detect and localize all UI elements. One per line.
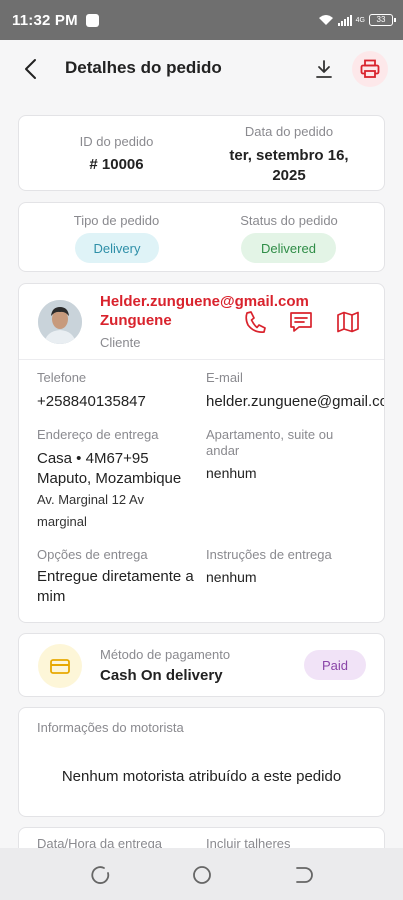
address-line-2: Maputo, Mozambique: [37, 470, 182, 487]
order-date-value: ter, setembro 16, 2025: [229, 147, 349, 184]
customer-divider: [19, 359, 384, 360]
status-time: 11:32 PM: [12, 11, 78, 29]
page-title: Detalhes do pedido: [65, 58, 222, 77]
driver-info-label: Informações do motorista: [37, 720, 184, 735]
email-field: E-mail helder.zunguene@gmail.com: [206, 370, 384, 412]
order-status-badge: Delivered: [241, 233, 336, 263]
map-icon[interactable]: [335, 309, 361, 335]
customer-name: Zunguene: [100, 312, 172, 329]
phone-icon[interactable]: [242, 309, 268, 335]
driver-card: Informações do motorista Nenhum motorist…: [18, 707, 385, 817]
order-type-label: Tipo de pedido: [73, 213, 160, 228]
order-id-label: ID do pedido: [79, 134, 154, 149]
message-icon[interactable]: [288, 309, 314, 335]
recent-apps-icon[interactable]: [90, 864, 112, 886]
back-arrow-icon[interactable]: [18, 56, 44, 82]
download-button[interactable]: [309, 54, 339, 84]
payment-method-value: Cash On delivery: [100, 667, 223, 684]
status-indicators: 4G 33: [318, 14, 396, 26]
email-label: E-mail: [206, 370, 243, 385]
apartment-field: Apartamento, suite ou andar nenhum: [206, 427, 366, 483]
order-summary-card: ID do pedido # 10006 Data do pedido ter,…: [18, 115, 385, 191]
battery-icon: 33: [369, 14, 396, 26]
printer-icon: [360, 59, 380, 78]
apartment-value: nenhum: [206, 465, 257, 481]
delivery-options-label: Opções de entrega: [37, 547, 148, 562]
home-icon[interactable]: [191, 864, 213, 886]
network-type: 4G: [355, 16, 365, 24]
order-type-badge: Delivery: [75, 233, 159, 263]
wifi-icon: [318, 15, 333, 25]
phone-field: Telefone +258840135847: [37, 370, 202, 412]
payment-method-label: Método de pagamento: [100, 647, 231, 662]
address-field: Endereço de entrega Casa • 4M67+95 Maput…: [37, 427, 202, 533]
status-bar: 11:32 PM 4G 33: [0, 0, 403, 40]
customer-email-name: Helder.zunguene@gmail.com: [100, 293, 309, 310]
payment-icon-wrap: [38, 644, 82, 688]
customer-card: Helder.zunguene@gmail.com Zunguene Clien…: [18, 283, 385, 623]
order-status-label: Status do pedido: [240, 213, 338, 228]
credit-card-icon: [50, 659, 70, 674]
order-status-card: Tipo de pedido Status do pedido Delivery…: [18, 202, 385, 272]
app-notification-icon: [85, 13, 99, 27]
back-icon[interactable]: [291, 864, 313, 886]
phone-value: +258840135847: [37, 393, 146, 410]
system-nav-bar: [0, 848, 403, 900]
app-bar: Detalhes do pedido: [0, 40, 403, 96]
apartment-label: Apartamento, suite ou andar: [206, 427, 334, 458]
address-line-3: Av. Marginal 12 Av: [37, 492, 144, 507]
driver-empty-message: Nenhum motorista atribuído a este pedido: [61, 768, 342, 785]
address-line-1: Casa • 4M67+95: [37, 450, 149, 467]
customer-avatar: [38, 300, 82, 344]
address-label: Endereço de entrega: [37, 427, 159, 442]
download-icon: [316, 60, 332, 78]
payment-card: Método de pagamento Cash On delivery Pai…: [18, 633, 385, 697]
phone-label: Telefone: [37, 370, 87, 385]
delivery-options-field: Opções de entrega Entregue diretamente a…: [37, 547, 202, 607]
payment-status-badge: Paid: [304, 650, 366, 680]
address-line-4: marginal: [37, 514, 87, 529]
email-value: helder.zunguene@gmail.com: [206, 393, 384, 410]
order-id-value: # 10006: [89, 156, 144, 173]
delivery-instructions-field: Instruções de entrega nenhum: [206, 547, 381, 587]
delivery-instructions-value: nenhum: [206, 569, 257, 585]
delivery-options-value: Entregue diretamente a mim: [37, 568, 194, 605]
order-date-label: Data do pedido: [244, 124, 334, 139]
delivery-instructions-label: Instruções de entrega: [206, 547, 332, 562]
customer-role: Cliente: [100, 335, 141, 350]
print-button[interactable]: [352, 51, 388, 87]
signal-icon: [337, 14, 352, 26]
